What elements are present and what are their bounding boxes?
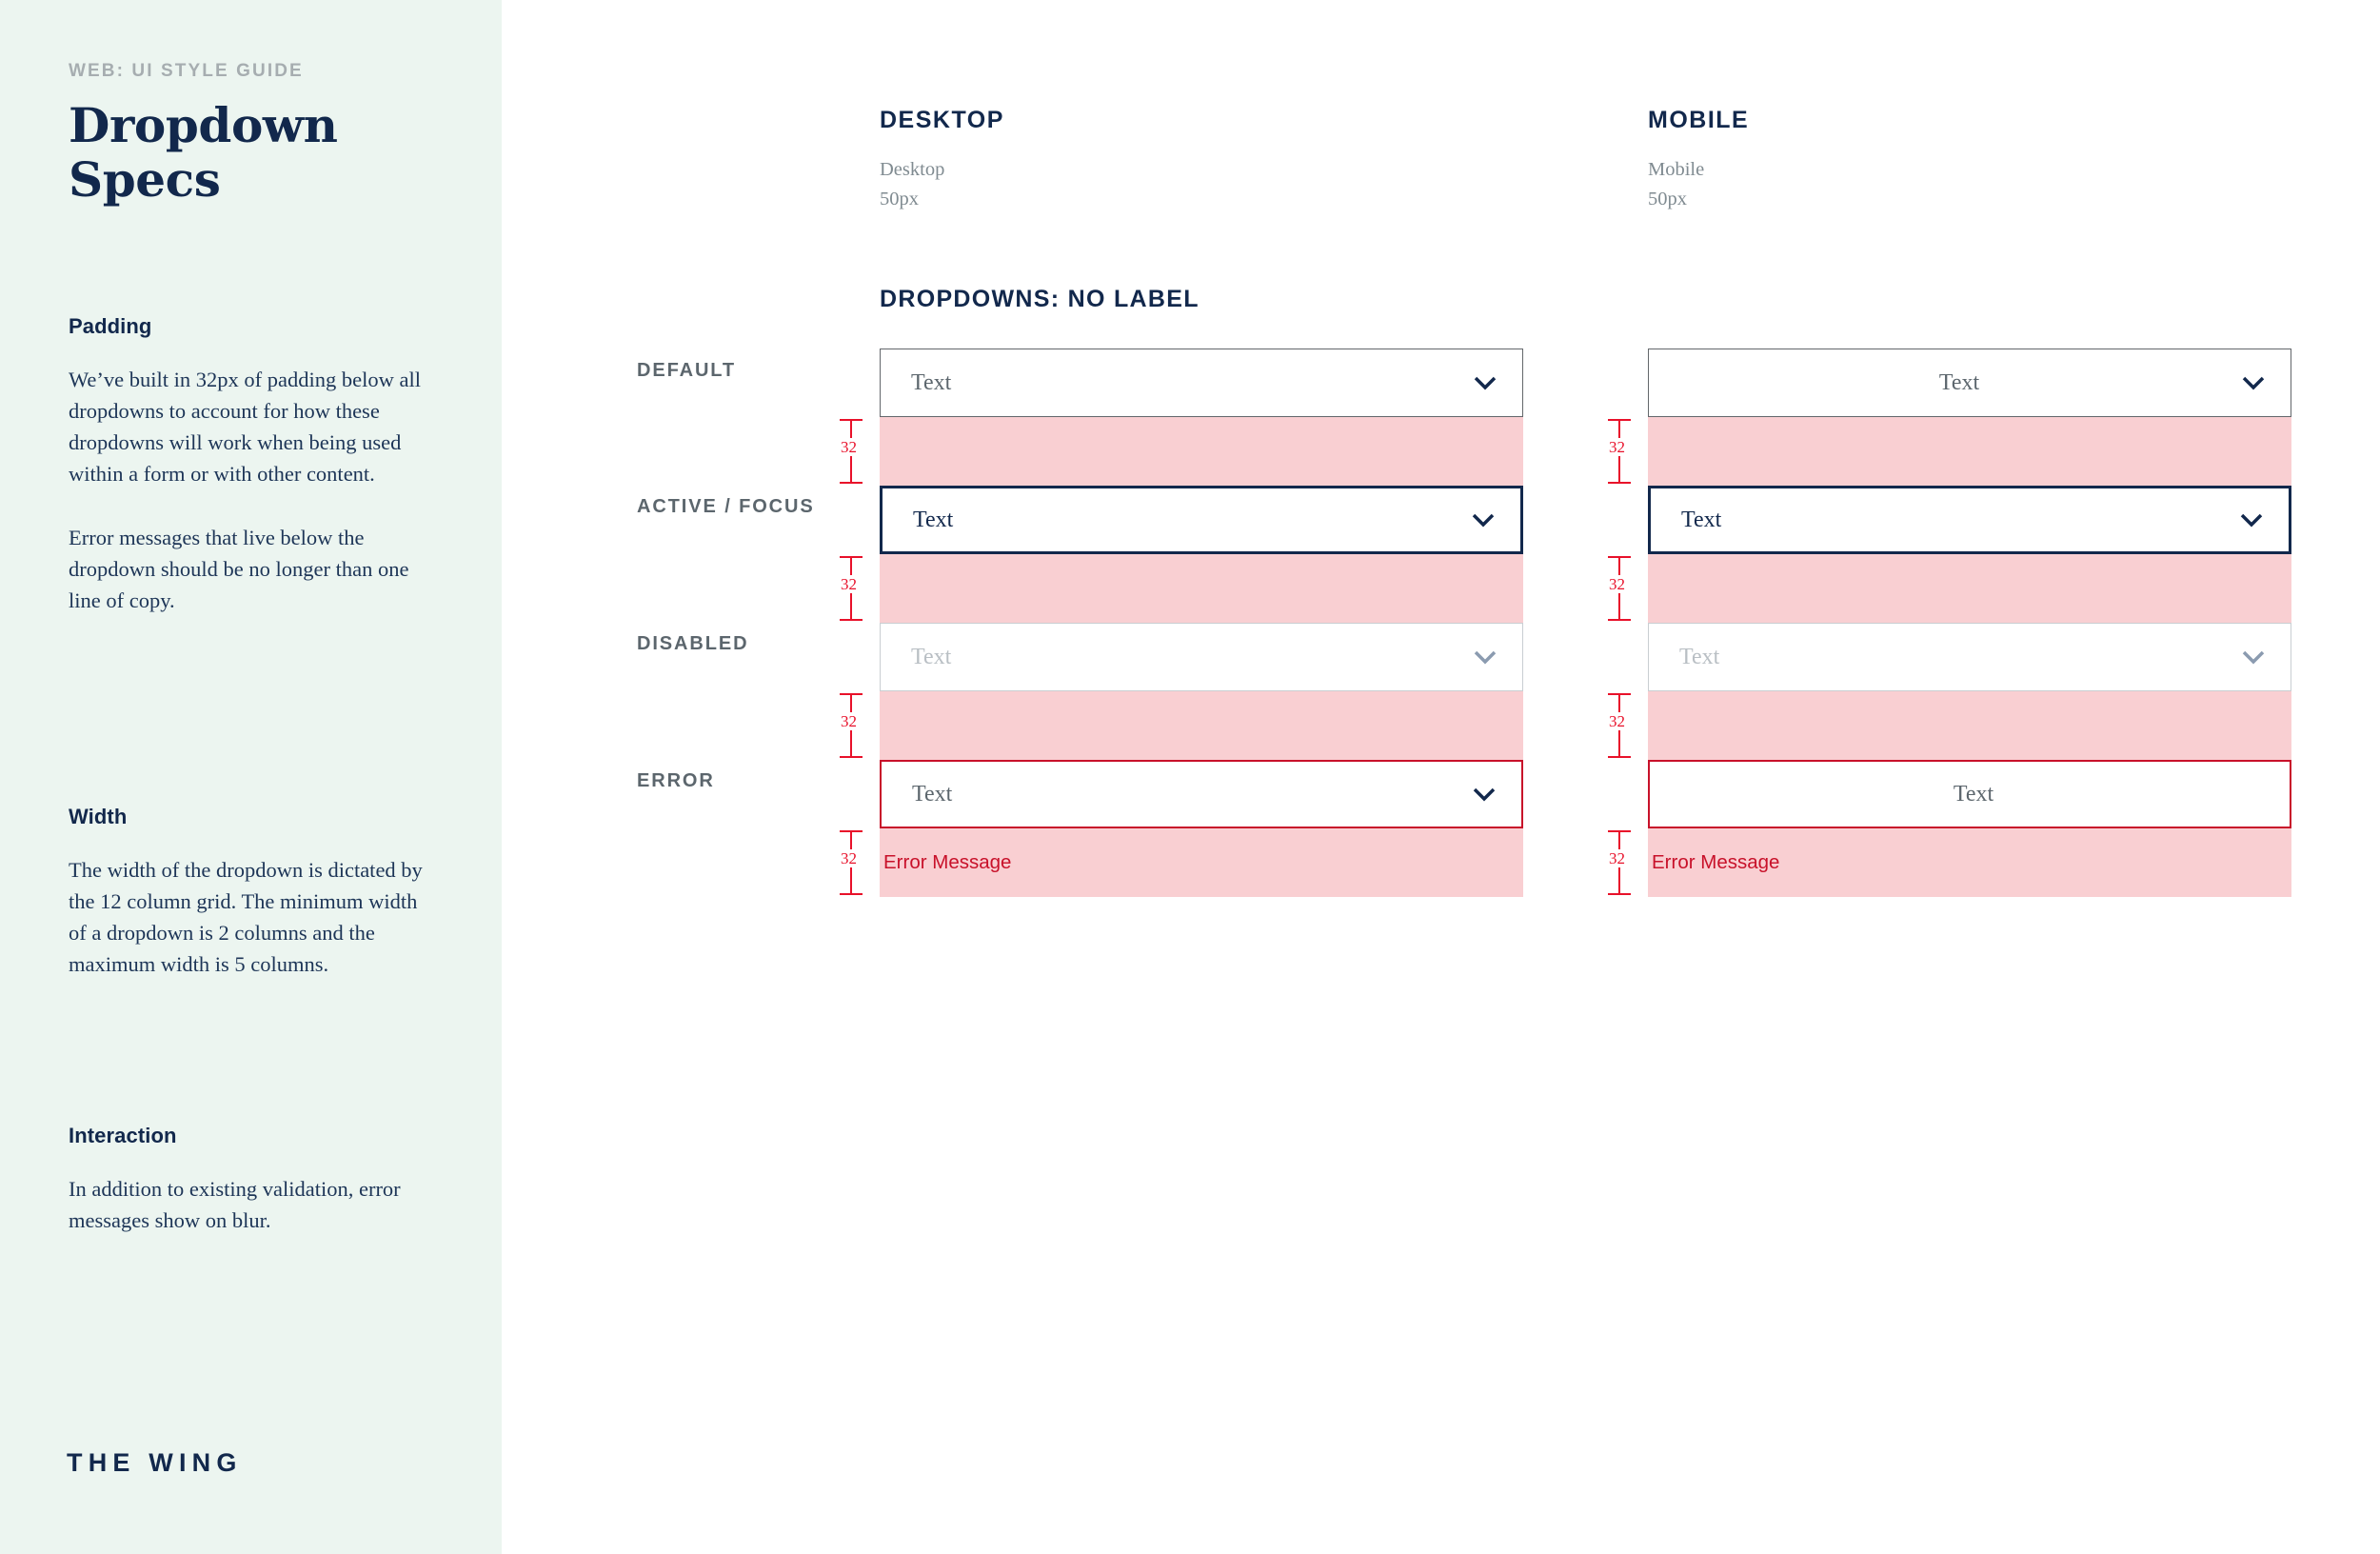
sidebar-section-width: Width The width of the dropdown is dicta… xyxy=(69,805,440,980)
measure-value: 32 xyxy=(1609,575,1625,593)
measure-cap-bottom xyxy=(1608,482,1631,484)
column-sub-line1: Desktop xyxy=(880,159,945,180)
padding-strip: 32 xyxy=(840,691,1523,760)
measure-cap-bottom xyxy=(840,756,863,758)
dropdown-disabled[interactable]: Text xyxy=(1648,623,2291,691)
padding-strip: 32 xyxy=(1608,554,2291,623)
brand-logo: THE WING xyxy=(67,1448,243,1477)
measure-cap-bottom xyxy=(840,619,863,621)
column-sub-line1: Mobile xyxy=(1648,159,1705,180)
dropdown-active[interactable]: Text xyxy=(880,486,1523,554)
spacing-measure-32: 32 xyxy=(835,828,867,897)
section-title: DROPDOWNS: NO LABEL xyxy=(880,286,1200,312)
spacing-measure-32: 32 xyxy=(1603,828,1636,897)
measure-value: 32 xyxy=(1609,712,1625,730)
dropdown-value: Text xyxy=(1938,369,1980,395)
spacing-measure-32: 32 xyxy=(835,417,867,486)
dropdown-error[interactable]: Text xyxy=(1648,760,2291,828)
column-subtitle-mobile: Mobile 50px xyxy=(1648,155,1749,214)
chevron-down-icon[interactable] xyxy=(2239,369,2268,397)
section-heading-interaction: Interaction xyxy=(69,1124,177,1147)
padding-strip: 32 xyxy=(840,554,1523,623)
sidebar-section-interaction: Interaction In addition to existing vali… xyxy=(69,1124,440,1236)
section-paragraph: We’ve built in 32px of padding below all… xyxy=(69,368,421,487)
dropdown-stack-mobile: Text 32 Text 32 Text 32 Text 32 Error Message xyxy=(1608,349,2291,897)
spacing-measure-32: 32 xyxy=(1603,691,1636,760)
dropdown-default[interactable]: Text xyxy=(880,349,1523,417)
measure-value: 32 xyxy=(1609,849,1625,867)
measure-value: 32 xyxy=(841,712,857,730)
column-header-mobile: MOBILE Mobile 50px xyxy=(1648,107,1749,214)
dropdown-disabled[interactable]: Text xyxy=(880,623,1523,691)
section-paragraph: The width of the dropdown is dictated by… xyxy=(69,858,423,977)
chevron-down-icon[interactable] xyxy=(2239,643,2268,671)
padding-strip: 32 Error Message xyxy=(1608,828,2291,897)
measure-value: 32 xyxy=(841,438,857,456)
dropdown-value: Text xyxy=(1953,781,1994,807)
measure-cap-bottom xyxy=(840,893,863,895)
section-heading-padding: Padding xyxy=(69,314,152,338)
padding-strip: 32 xyxy=(1608,417,2291,486)
error-message: Error Message xyxy=(1652,851,1780,873)
measure-cap-bottom xyxy=(1608,756,1631,758)
state-label-active: ACTIVE / FOCUS xyxy=(637,496,815,517)
dropdown-value: Text xyxy=(911,369,952,395)
dropdown-value: Text xyxy=(913,507,954,532)
padding-strip: 32 xyxy=(1608,691,2291,760)
spacing-measure-32: 32 xyxy=(835,691,867,760)
spacing-measure-32: 32 xyxy=(835,554,867,623)
chevron-down-icon[interactable] xyxy=(1471,643,1499,671)
measure-value: 32 xyxy=(841,849,857,867)
sidebar-section-padding: Padding We’ve built in 32px of padding b… xyxy=(69,314,440,616)
sidebar-eyebrow: WEB: UI STYLE GUIDE xyxy=(69,61,304,81)
chevron-down-icon[interactable] xyxy=(1471,369,1499,397)
dropdown-value: Text xyxy=(1681,507,1722,532)
measure-cap-bottom xyxy=(840,482,863,484)
page-title-line2: Specs xyxy=(69,150,221,208)
error-message: Error Message xyxy=(883,851,1012,873)
column-header-desktop: DESKTOP Desktop 50px xyxy=(880,107,1004,214)
main-content: DESKTOP Desktop 50px MOBILE Mobile 50px … xyxy=(502,0,2380,1554)
dropdown-value: Text xyxy=(911,644,952,669)
state-label-default: DEFAULT xyxy=(637,360,737,381)
dropdown-value: Text xyxy=(912,781,953,807)
sidebar: WEB: UI STYLE GUIDE Dropdown Specs Paddi… xyxy=(0,0,502,1554)
dropdown-error[interactable]: Text xyxy=(880,760,1523,828)
column-sub-line2: 50px xyxy=(1648,188,1687,209)
chevron-down-icon[interactable] xyxy=(2237,506,2266,534)
dropdown-active[interactable]: Text xyxy=(1648,486,2291,554)
state-label-error: ERROR xyxy=(637,770,715,791)
page-title-line1: Dropdown xyxy=(69,97,338,153)
chevron-down-icon[interactable] xyxy=(1469,506,1497,534)
measure-value: 32 xyxy=(841,575,857,593)
page-title: Dropdown Specs xyxy=(69,97,433,208)
measure-cap-bottom xyxy=(1608,893,1631,895)
spacing-measure-32: 32 xyxy=(1603,417,1636,486)
dropdown-value: Text xyxy=(1679,644,1720,669)
measure-value: 32 xyxy=(1609,438,1625,456)
section-heading-width: Width xyxy=(69,805,128,828)
column-title-mobile: MOBILE xyxy=(1648,107,1750,133)
state-label-disabled: DISABLED xyxy=(637,633,749,654)
section-paragraph: Error messages that live below the dropd… xyxy=(69,526,409,613)
dropdown-default[interactable]: Text xyxy=(1648,349,2291,417)
column-subtitle-desktop: Desktop 50px xyxy=(880,155,1004,214)
measure-cap-bottom xyxy=(1608,619,1631,621)
spacing-measure-32: 32 xyxy=(1603,554,1636,623)
section-paragraph: In addition to existing validation, erro… xyxy=(69,1177,401,1233)
padding-strip: 32 xyxy=(840,417,1523,486)
padding-strip: 32 Error Message xyxy=(840,828,1523,897)
chevron-down-icon[interactable] xyxy=(1470,780,1498,808)
dropdown-stack-desktop: Text 32 Text 32 Text 32 Text 32 Error Message xyxy=(840,349,1523,897)
column-sub-line2: 50px xyxy=(880,188,919,209)
column-title-desktop: DESKTOP xyxy=(880,107,1004,133)
